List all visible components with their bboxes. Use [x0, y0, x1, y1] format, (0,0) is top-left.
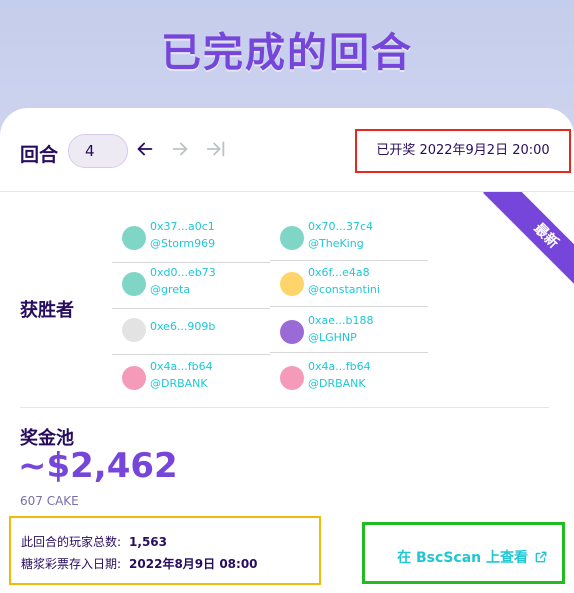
round-number-input[interactable]: 4 [68, 134, 128, 168]
view-on-bscscan-link[interactable]: 在 BscScan 上查看 [397, 547, 548, 568]
arrow-right-icon [172, 142, 188, 156]
bscscan-box: 在 BscScan 上查看 [362, 522, 565, 584]
round-label: 回合 [20, 144, 59, 166]
winner-divider [270, 352, 428, 353]
default-avatar-icon [122, 318, 146, 342]
bunny-avatar-icon [280, 366, 304, 390]
winner-item[interactable]: 0xae...b188 @LGHNP [280, 312, 430, 356]
latest-ribbon-label: 最新 [483, 192, 574, 287]
bunny-avatar-icon [122, 272, 146, 296]
external-link-icon [534, 550, 548, 568]
draw-date: 已开奖 2022年9月2日 20:00 [355, 129, 571, 173]
arrow-to-end-icon [206, 141, 225, 157]
prize-pot-value: ~$2,462 [18, 446, 178, 486]
winner-item[interactable]: 0x4a...fb64 @DRBANK [122, 358, 272, 402]
prize-pot-cake: 607 CAKE [20, 494, 79, 508]
winner-address: 0x70...37c4 [308, 220, 374, 233]
winner-address: 0xd0...eb73 [150, 266, 216, 279]
winner-address: 0x6f...e4a8 [308, 266, 370, 279]
winner-address: 0xe6...909b [150, 320, 216, 333]
winner-handle: @DRBANK [308, 377, 366, 390]
latest-round-button[interactable] [204, 138, 228, 162]
players-label: 此回合的玩家总数: [21, 535, 122, 549]
card-header: 回合 4 已开奖 2022年9月2日 20:00 [0, 108, 574, 192]
bunny-avatar-icon [280, 272, 304, 296]
winner-item[interactable]: 0x4a...fb64 @DRBANK [280, 358, 430, 402]
winner-address: 0x4a...fb64 [308, 360, 371, 373]
winner-handle: @Storm969 [150, 237, 216, 250]
players-value: 1,563 [129, 535, 168, 549]
winner-divider [112, 354, 270, 355]
winner-handle: @greta [150, 283, 191, 296]
winner-item[interactable]: 0x6f...e4a8 @constantini [280, 264, 430, 308]
latest-ribbon: 最新 [479, 192, 574, 287]
winner-divider [270, 306, 428, 307]
deposit-stat: 糖浆彩票存入日期: 2022年8月9日 08:00 [21, 555, 258, 572]
winner-item[interactable]: 0x37...a0c1 @Storm969 [122, 218, 272, 262]
winner-address: 0x4a...fb64 [150, 360, 213, 373]
winner-handle: @DRBANK [150, 377, 208, 390]
bunny-avatar-icon [122, 366, 146, 390]
arrow-left-icon [137, 142, 153, 156]
next-round-button[interactable] [168, 138, 192, 162]
deposit-value: 2022年8月9日 08:00 [129, 557, 258, 571]
winner-divider [112, 262, 270, 263]
bunny-avatar-icon [280, 226, 304, 250]
winner-item[interactable]: 0x70...37c4 @TheKing [280, 218, 430, 262]
page-title: 已完成的回合 [161, 30, 413, 76]
round-stats: 此回合的玩家总数: 1,563 糖浆彩票存入日期: 2022年8月9日 08:00 [9, 516, 321, 585]
previous-round-button[interactable] [133, 138, 157, 162]
winners-label: 获胜者 [20, 300, 74, 321]
deposit-label: 糖浆彩票存入日期: [21, 557, 122, 571]
round-card: 回合 4 已开奖 2022年9月2日 20:00 最新 获胜者 0x37...a… [0, 108, 574, 593]
bunny-avatar-icon [122, 226, 146, 250]
winner-divider [270, 260, 428, 261]
section-divider [20, 407, 549, 408]
winner-divider [112, 308, 270, 309]
winner-address: 0x37...a0c1 [150, 220, 215, 233]
winner-item[interactable]: 0xe6...909b [122, 310, 272, 354]
winner-handle: @constantini [308, 283, 380, 296]
winner-item[interactable]: 0xd0...eb73 @greta [122, 264, 272, 308]
bunny-avatar-icon [280, 320, 304, 344]
view-on-bscscan-label: 在 BscScan 上查看 [397, 550, 528, 566]
winner-handle: @LGHNP [308, 331, 357, 344]
winner-handle: @TheKing [308, 237, 364, 250]
players-stat: 此回合的玩家总数: 1,563 [21, 533, 167, 550]
winner-address: 0xae...b188 [308, 314, 374, 327]
